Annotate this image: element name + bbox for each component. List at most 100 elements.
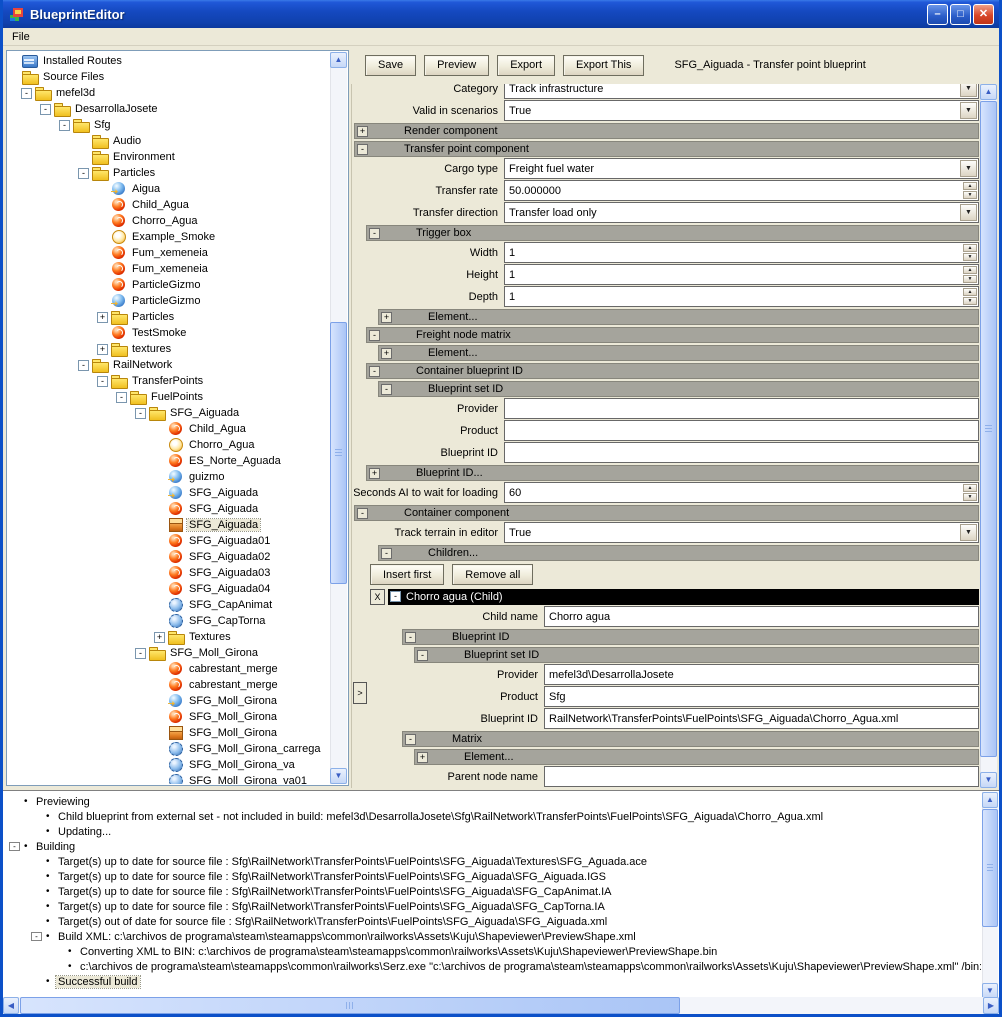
tree-item[interactable]: SFG_Aiguada02 xyxy=(8,549,330,565)
chevron-down-icon[interactable]: ▼ xyxy=(960,524,977,541)
tree-item[interactable]: SFG_Moll_Girona xyxy=(8,693,330,709)
collapse-icon[interactable]: - xyxy=(116,392,127,403)
spinner-control[interactable]: ▲▼ xyxy=(963,266,977,283)
number-field[interactable]: 1▲▼ xyxy=(504,264,979,285)
scrollbar-thumb[interactable] xyxy=(330,322,347,584)
tree-item[interactable]: SFG_CapAnimat xyxy=(8,597,330,613)
tree-item[interactable]: SFG_Moll_Girona_carrega xyxy=(8,741,330,757)
log-line[interactable]: •c:\archivos de programa\steam\steamapps… xyxy=(5,959,981,974)
log-line[interactable]: •Target(s) up to date for source file : … xyxy=(5,854,981,869)
log-line[interactable]: -•Build XML: c:\archivos de programa\ste… xyxy=(5,929,981,944)
log-line[interactable]: •Target(s) up to date for source file : … xyxy=(5,869,981,884)
collapse-icon[interactable]: - xyxy=(357,144,368,155)
scroll-left-icon[interactable]: ◀ xyxy=(3,997,19,1014)
scroll-down-icon[interactable]: ▼ xyxy=(330,768,347,784)
tree-item[interactable]: Chorro_Agua xyxy=(8,213,330,229)
log-line[interactable]: •Converting XML to BIN: c:\archivos de p… xyxy=(5,944,981,959)
log-line[interactable]: •Target(s) out of date for source file :… xyxy=(5,914,981,929)
collapse-icon[interactable]: - xyxy=(381,384,392,395)
maximize-button[interactable]: □ xyxy=(950,4,971,25)
log-horizontal-scrollbar[interactable]: ◀ ▶ xyxy=(3,997,999,1014)
spinner-control[interactable]: ▲▼ xyxy=(963,484,977,501)
expand-icon[interactable]: + xyxy=(357,126,368,137)
collapse-icon[interactable]: - xyxy=(97,376,108,387)
collapse-icon[interactable]: - xyxy=(59,120,70,131)
tree-item[interactable]: SFG_Aiguada03 xyxy=(8,565,330,581)
collapse-icon[interactable]: - xyxy=(135,408,146,419)
tree-item[interactable]: +Textures xyxy=(8,629,330,645)
tree-item[interactable]: -Sfg xyxy=(8,117,330,133)
log-line[interactable]: •Previewing xyxy=(5,794,981,809)
log-line[interactable]: -•Building xyxy=(5,839,981,854)
text-field[interactable]: Chorro agua xyxy=(544,606,979,627)
scrollbar-thumb[interactable] xyxy=(982,809,998,927)
collapse-icon[interactable]: - xyxy=(405,734,416,745)
tree-item[interactable]: Example_Smoke xyxy=(8,229,330,245)
tree-scrollbar[interactable]: ▲ ▼ xyxy=(330,52,347,784)
tree-item[interactable]: Fum_xemeneia xyxy=(8,245,330,261)
minimize-button[interactable]: – xyxy=(927,4,948,25)
spin-down-icon[interactable]: ▼ xyxy=(963,253,977,261)
log-line[interactable]: •Child blueprint from external set - not… xyxy=(5,809,981,824)
tree-item[interactable]: cabrestant_merge xyxy=(8,677,330,693)
child-entry-header[interactable]: -Chorro agua (Child) xyxy=(388,589,979,605)
log-line[interactable]: •Successful build xyxy=(5,974,981,989)
collapse-icon[interactable]: - xyxy=(417,650,428,661)
scroll-down-icon[interactable]: ▼ xyxy=(980,772,997,788)
tree-item[interactable]: Child_Agua xyxy=(8,197,330,213)
scroll-up-icon[interactable]: ▲ xyxy=(980,84,997,100)
scrollbar-thumb[interactable] xyxy=(980,101,997,757)
log-line[interactable]: •Updating... xyxy=(5,824,981,839)
dropdown-field[interactable]: Track infrastructure▼ xyxy=(504,84,979,99)
tree-item[interactable]: ParticleGizmo xyxy=(8,277,330,293)
tree-item[interactable]: -RailNetwork xyxy=(8,357,330,373)
tree-item[interactable]: ES_Norte_Aguada xyxy=(8,453,330,469)
spin-down-icon[interactable]: ▼ xyxy=(963,191,977,199)
expand-icon[interactable]: + xyxy=(97,344,108,355)
expand-icon[interactable]: + xyxy=(97,312,108,323)
scrollbar-thumb[interactable] xyxy=(20,997,680,1014)
scroll-up-icon[interactable]: ▲ xyxy=(330,52,347,68)
tree-item[interactable]: SFG_Aiguada01 xyxy=(8,533,330,549)
spin-up-icon[interactable]: ▲ xyxy=(963,266,977,274)
collapse-icon[interactable]: - xyxy=(405,632,416,643)
expand-icon[interactable]: + xyxy=(381,348,392,359)
tree-item[interactable]: -TransferPoints xyxy=(8,373,330,389)
dropdown-field[interactable]: Transfer load only▼ xyxy=(504,202,979,223)
text-field[interactable] xyxy=(504,398,979,419)
number-field[interactable]: 60▲▼ xyxy=(504,482,979,503)
child-nav-button[interactable]: > xyxy=(353,682,367,704)
log-scrollbar[interactable]: ▲ ▼ xyxy=(982,792,998,999)
expand-icon[interactable]: + xyxy=(417,752,428,763)
tree-item[interactable]: Environment xyxy=(8,149,330,165)
tree-item[interactable]: Audio xyxy=(8,133,330,149)
spinner-control[interactable]: ▲▼ xyxy=(963,288,977,305)
spinner-control[interactable]: ▲▼ xyxy=(963,244,977,261)
chevron-down-icon[interactable]: ▼ xyxy=(960,84,977,97)
tree-item[interactable]: SFG_Moll_Girona xyxy=(8,725,330,741)
tree-item[interactable]: -FuelPoints xyxy=(8,389,330,405)
text-field[interactable]: Sfg xyxy=(544,686,979,707)
tree-item[interactable]: SFG_Aiguada xyxy=(8,485,330,501)
dropdown-field[interactable]: True▼ xyxy=(504,100,979,121)
close-button[interactable]: ✕ xyxy=(973,4,994,25)
chevron-down-icon[interactable]: ▼ xyxy=(960,102,977,119)
scroll-right-icon[interactable]: ▶ xyxy=(983,997,999,1014)
chevron-down-icon[interactable]: ▼ xyxy=(960,160,977,177)
text-field[interactable] xyxy=(504,420,979,441)
collapse-icon[interactable]: - xyxy=(31,932,42,941)
expand-icon[interactable]: + xyxy=(369,468,380,479)
log-line[interactable]: •Target(s) up to date for source file : … xyxy=(5,884,981,899)
collapse-icon[interactable]: - xyxy=(369,366,380,377)
tree-item[interactable]: Source Files xyxy=(8,69,330,85)
remove-child-button[interactable]: X xyxy=(370,589,385,605)
tree-item[interactable]: Aigua xyxy=(8,181,330,197)
text-field[interactable] xyxy=(544,766,979,787)
tree-item[interactable]: +textures xyxy=(8,341,330,357)
log-line[interactable]: •Target(s) up to date for source file : … xyxy=(5,899,981,914)
spin-down-icon[interactable]: ▼ xyxy=(963,493,977,501)
collapse-icon[interactable]: - xyxy=(78,360,89,371)
collapse-icon[interactable]: - xyxy=(369,228,380,239)
spin-up-icon[interactable]: ▲ xyxy=(963,484,977,492)
preview-button[interactable]: Preview xyxy=(424,55,489,76)
